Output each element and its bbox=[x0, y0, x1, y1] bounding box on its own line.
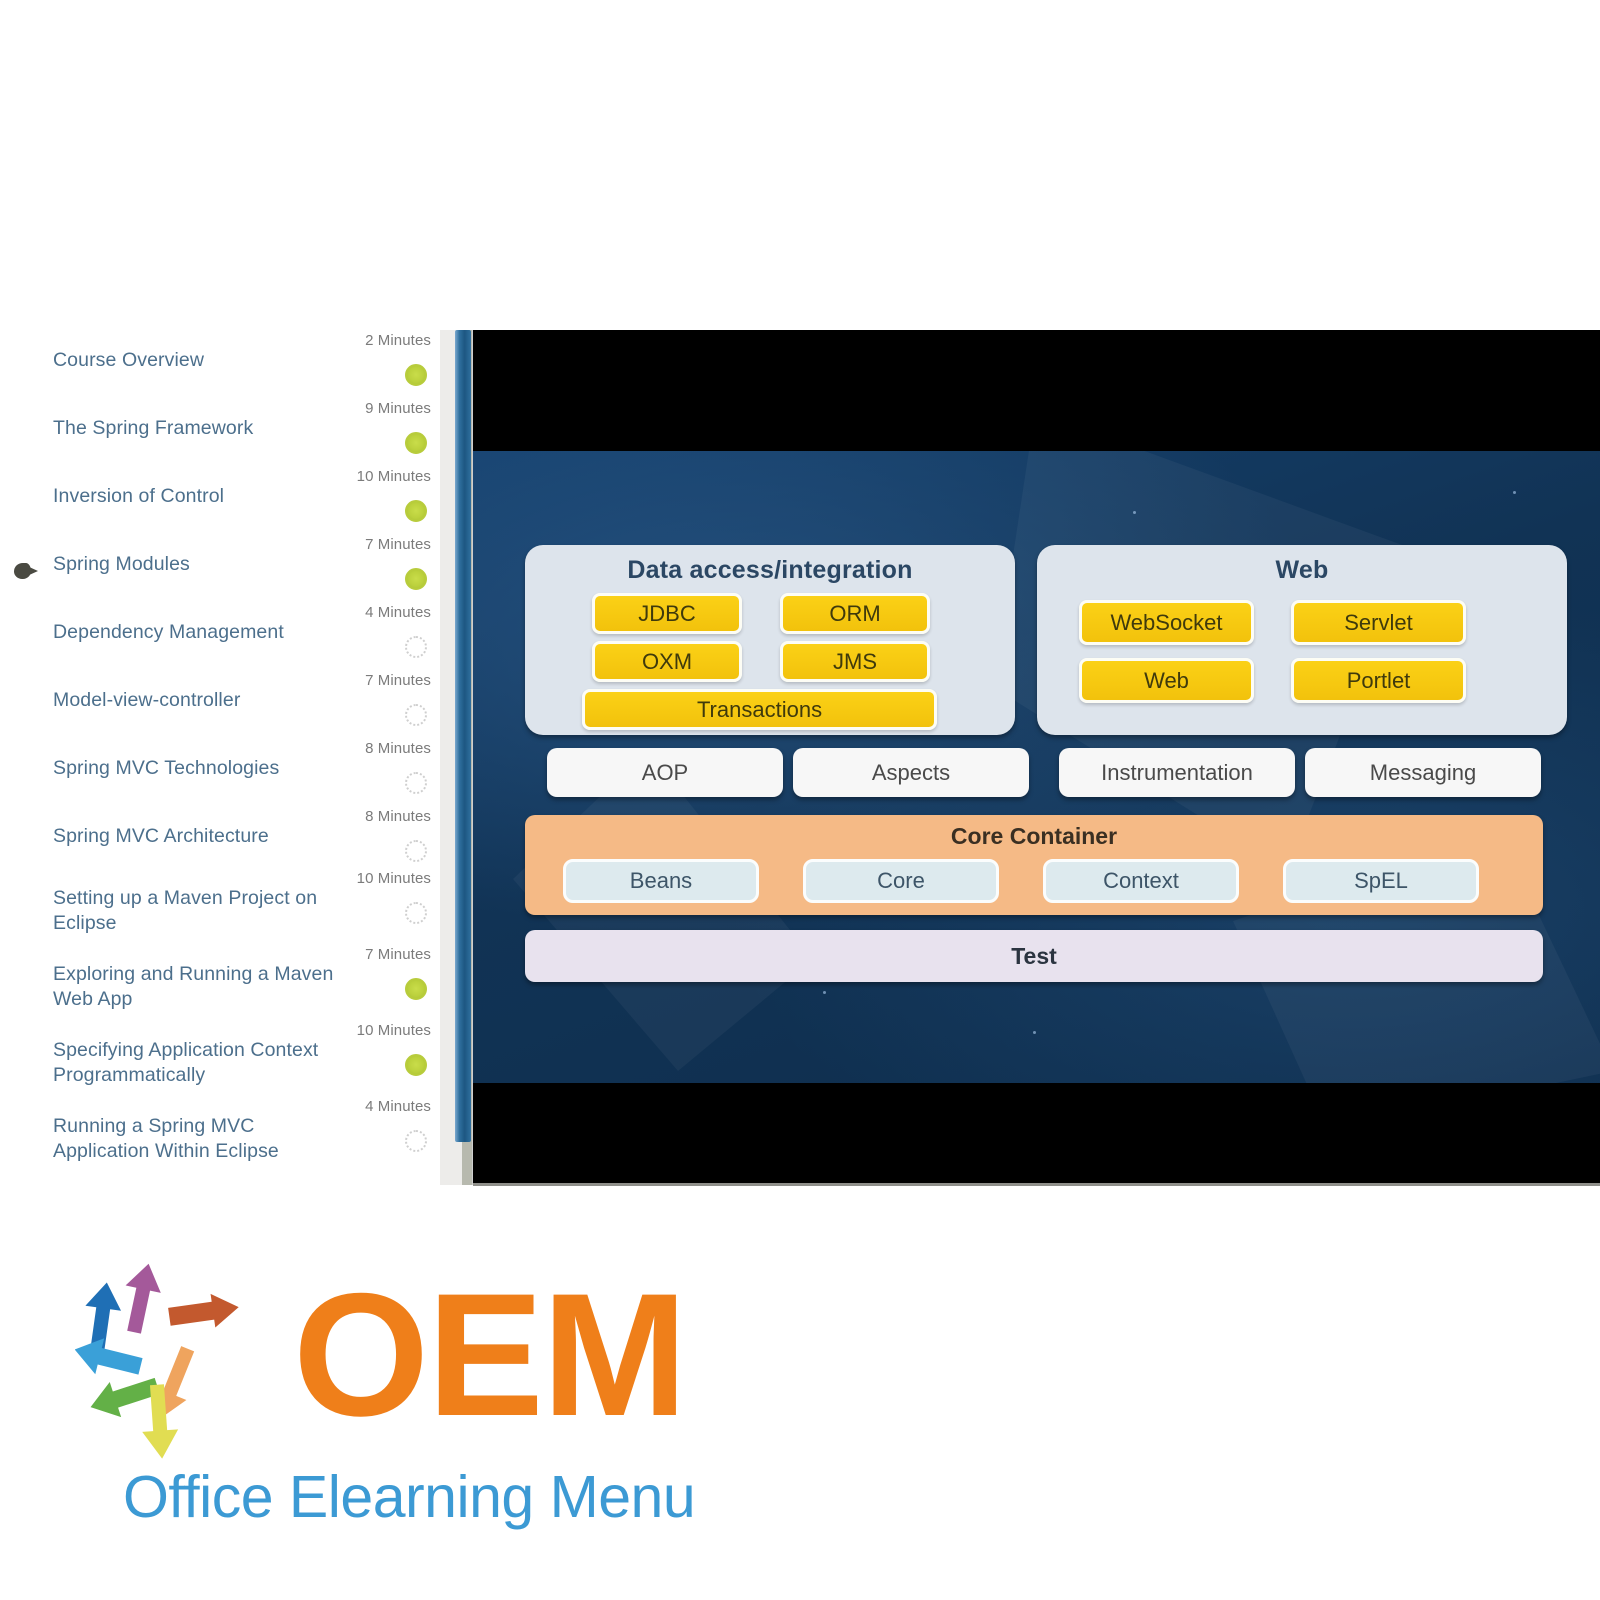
lesson-duration: 10 Minutes bbox=[356, 468, 431, 485]
lesson-status-incomplete-icon[interactable] bbox=[405, 1130, 427, 1152]
group-title-data-access: Data access/integration bbox=[627, 556, 913, 584]
lesson-status-incomplete-icon[interactable] bbox=[405, 840, 427, 862]
lesson-status-complete-icon[interactable] bbox=[405, 432, 427, 454]
lesson-duration: 4 Minutes bbox=[365, 1098, 431, 1115]
lesson-duration: 7 Minutes bbox=[365, 672, 431, 689]
arrow-right-rust-icon bbox=[168, 1293, 239, 1328]
course-outline-panel: Course Overview 2 Minutes The Spring Frame… bbox=[0, 330, 440, 1185]
module-test: Test bbox=[525, 930, 1543, 982]
lesson-status-complete-icon[interactable] bbox=[405, 568, 427, 590]
scrollbar-thumb[interactable] bbox=[455, 330, 471, 1142]
module-web: Web bbox=[1079, 658, 1254, 703]
lesson-duration: 10 Minutes bbox=[356, 1022, 431, 1039]
module-context: Context bbox=[1043, 859, 1239, 903]
module-spel: SpEL bbox=[1283, 859, 1479, 903]
module-servlet: Servlet bbox=[1291, 600, 1466, 645]
module-aspects: Aspects bbox=[793, 748, 1029, 797]
lesson-title[interactable]: Spring MVC Architecture bbox=[53, 824, 353, 849]
group-panel-data-access: Data access/integration JDBC ORM OXM JMS… bbox=[525, 545, 1015, 735]
core-container-title: Core Container bbox=[950, 823, 1118, 849]
slide-canvas: Data access/integration JDBC ORM OXM JMS… bbox=[473, 451, 1600, 1083]
group-panel-web: Web WebSocket Servlet Web Portlet bbox=[1037, 545, 1567, 735]
logo-wordmark: OEM bbox=[293, 1258, 688, 1453]
module-jdbc: JDBC bbox=[592, 593, 742, 634]
lesson-status-complete-icon[interactable] bbox=[405, 364, 427, 386]
lesson-title[interactable]: Exploring and Running a Maven Web App bbox=[53, 962, 353, 1012]
lesson-status-incomplete-icon[interactable] bbox=[405, 636, 427, 658]
lesson-duration: 8 Minutes bbox=[365, 808, 431, 825]
module-core: Core bbox=[803, 859, 999, 903]
slide-bg-dot bbox=[1513, 491, 1516, 494]
lesson-title[interactable]: Specifying Application Context Programma… bbox=[53, 1038, 353, 1088]
arrow-left-cyan-icon bbox=[75, 1338, 143, 1375]
lesson-duration: 10 Minutes bbox=[356, 870, 431, 887]
lesson-duration: 9 Minutes bbox=[365, 400, 431, 417]
logo-tagline: Office Elearning Menu bbox=[123, 1464, 696, 1530]
oem-logo: OEM Office Elearning Menu bbox=[75, 1258, 775, 1548]
lesson-duration: 8 Minutes bbox=[365, 740, 431, 757]
lesson-status-incomplete-icon[interactable] bbox=[405, 902, 427, 924]
current-lesson-marker-icon bbox=[14, 562, 40, 580]
lesson-title[interactable]: Dependency Management bbox=[53, 620, 353, 645]
module-beans: Beans bbox=[563, 859, 759, 903]
lesson-title[interactable]: Setting up a Maven Project on Eclipse bbox=[53, 886, 353, 936]
lesson-duration: 4 Minutes bbox=[365, 604, 431, 621]
lesson-title[interactable]: Running a Spring MVC Application Within … bbox=[53, 1114, 353, 1164]
lesson-title[interactable]: Spring MVC Technologies bbox=[53, 756, 353, 781]
module-oxm: OXM bbox=[592, 641, 742, 682]
lesson-status-complete-icon[interactable] bbox=[405, 500, 427, 522]
module-transactions: Transactions bbox=[582, 689, 937, 730]
lesson-status-complete-icon[interactable] bbox=[405, 1054, 427, 1076]
lesson-title[interactable]: Course Overview bbox=[53, 348, 353, 373]
module-orm: ORM bbox=[780, 593, 930, 634]
lesson-duration: 7 Minutes bbox=[365, 536, 431, 553]
lesson-status-incomplete-icon[interactable] bbox=[405, 704, 427, 726]
module-aop: AOP bbox=[547, 748, 783, 797]
logo-arrow-cluster-icon bbox=[75, 1263, 239, 1459]
lesson-title[interactable]: The Spring Framework bbox=[53, 416, 353, 441]
lesson-duration: 7 Minutes bbox=[365, 946, 431, 963]
spring-framework-diagram: Data access/integration JDBC ORM OXM JMS… bbox=[525, 545, 1567, 995]
core-container-panel: Core Container Beans Core Context SpEL bbox=[525, 815, 1543, 915]
module-jms: JMS bbox=[780, 641, 930, 682]
lesson-duration: 2 Minutes bbox=[365, 332, 431, 349]
outline-scrollbar-track[interactable] bbox=[440, 330, 473, 1185]
lesson-title[interactable]: Spring Modules bbox=[53, 552, 353, 577]
slide-bg-dot bbox=[1033, 1031, 1036, 1034]
module-websocket: WebSocket bbox=[1079, 600, 1254, 645]
lesson-title[interactable]: Model-view-controller bbox=[53, 688, 353, 713]
arrow-up-purple-icon bbox=[125, 1263, 161, 1334]
lesson-status-incomplete-icon[interactable] bbox=[405, 772, 427, 794]
slide-bg-dot bbox=[1133, 511, 1136, 514]
module-messaging: Messaging bbox=[1305, 748, 1541, 797]
lesson-status-complete-icon[interactable] bbox=[405, 978, 427, 1000]
video-player[interactable]: Data access/integration JDBC ORM OXM JMS… bbox=[473, 330, 1600, 1186]
lesson-title[interactable]: Inversion of Control bbox=[53, 484, 353, 509]
module-portlet: Portlet bbox=[1291, 658, 1466, 703]
group-title-web: Web bbox=[1275, 556, 1329, 584]
module-instrumentation: Instrumentation bbox=[1059, 748, 1295, 797]
